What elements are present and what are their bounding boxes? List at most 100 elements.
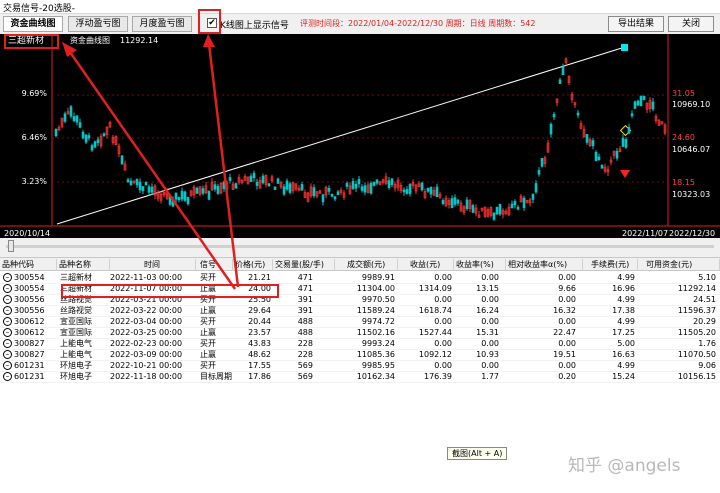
right-axis-price: 18.15: [672, 178, 695, 187]
candle-body: [372, 182, 376, 186]
col-header-price[interactable]: 价格(元): [233, 259, 273, 271]
show-signals-label: K线图上显示信号: [220, 21, 289, 31]
right-axis-equity: 10969.10: [672, 100, 710, 109]
cell-return: 1.77: [481, 372, 499, 381]
cell-volume: 569: [297, 372, 313, 381]
date-left: 2020/10/14: [4, 229, 50, 238]
col-header-profit[interactable]: 收益(元): [398, 259, 454, 271]
col-header-amount[interactable]: 成交额(元): [335, 259, 398, 271]
candle-body: [354, 183, 358, 189]
col-header-return[interactable]: 收益率(%): [454, 259, 506, 271]
cell-price: 17.86: [248, 372, 271, 381]
candle-body: [93, 141, 97, 148]
candle-body: [183, 191, 187, 201]
candle-body: [168, 196, 172, 205]
cell-amount: 10162.34: [356, 372, 395, 381]
candle-body: [495, 206, 499, 215]
candle-body: [441, 200, 445, 204]
candle-body: [336, 191, 340, 196]
equity-value: 11292.14: [120, 36, 158, 45]
col-header-signal[interactable]: 信号: [196, 259, 233, 271]
candle-body: [54, 128, 58, 137]
col-header-fee[interactable]: 手续费(元): [583, 259, 638, 271]
candle-body: [363, 185, 367, 193]
equity-label: 资金曲线图: [70, 35, 110, 45]
tab-equity-curve[interactable]: 资金曲线图: [3, 16, 63, 32]
candle-body: [96, 139, 100, 144]
kline-chart[interactable]: 资金曲线图 11292.14 三超新材 9.69% 6.46% 3.23% 31…: [0, 34, 720, 238]
right-axis-equity: 10646.07: [672, 145, 710, 154]
right-axis-price: 31.05: [672, 89, 695, 98]
candle-body: [465, 199, 469, 209]
candle-body: [540, 158, 544, 167]
candle-body: [201, 188, 205, 194]
smiley-icon: ⌣: [3, 295, 12, 304]
tab-floating-pnl[interactable]: 浮动盈亏图: [68, 16, 128, 32]
candle-body: [207, 190, 211, 200]
candle-body: [651, 101, 655, 110]
candle-body: [390, 178, 394, 185]
candle-body: [492, 212, 496, 220]
candle-body: [357, 178, 361, 185]
candle-body: [633, 101, 637, 109]
candle-body: [636, 100, 640, 106]
candle-body: [288, 183, 292, 193]
export-results-button[interactable]: 导出结果: [608, 16, 664, 32]
close-button[interactable]: 关闭: [668, 16, 714, 32]
candle-body: [327, 187, 331, 192]
candle-body: [195, 187, 199, 194]
candle-body: [75, 115, 79, 123]
candle-body: [534, 183, 538, 193]
evaluation-range-info: 评测时间段：2022/01/04-2022/12/30 周期：日线 周期数：54…: [300, 19, 536, 28]
col-header-volume[interactable]: 交易量(股/手): [273, 259, 335, 271]
sell-signal-marker: [620, 170, 630, 178]
candle-body: [129, 180, 133, 186]
candle-body: [594, 151, 598, 161]
candle-body: [102, 133, 106, 137]
slider-thumb[interactable]: [8, 240, 14, 252]
candle-body: [72, 116, 76, 121]
candle-body: [171, 198, 175, 207]
candle-body: [249, 175, 253, 183]
candle-body: [252, 172, 256, 179]
candle-body: [576, 112, 580, 116]
candle-body: [312, 187, 316, 197]
cell-alpha: 0.20: [558, 372, 576, 381]
cell-profit: 176.39: [424, 372, 452, 381]
candle-body: [84, 134, 88, 143]
col-header-cash[interactable]: 可用资金(元): [638, 259, 720, 271]
candle-body: [285, 180, 289, 190]
candle-body: [531, 193, 535, 200]
tab-monthly-pnl[interactable]: 月度盈亏图: [132, 16, 192, 32]
stock-name-highlight-box: [4, 34, 59, 49]
table-row[interactable]: ⌣ 601231 环旭电子 2022-11-18 00:00 目标周期 17.86 569 1…: [0, 371, 720, 383]
candle-body: [630, 113, 634, 117]
candle-body: [558, 79, 562, 84]
candle-body: [522, 197, 526, 208]
smiley-icon: ⌣: [3, 284, 12, 293]
col-header-code[interactable]: 品种代码: [0, 259, 57, 271]
candle-body: [213, 184, 217, 190]
candle-body: [624, 138, 628, 148]
candle-body: [177, 197, 181, 200]
date-mid: 2022/11/07: [622, 229, 668, 238]
col-header-alpha[interactable]: 相对收益率α(%): [506, 259, 583, 271]
candle-body: [216, 185, 220, 195]
smiley-icon: ⌣: [3, 372, 12, 381]
candle-body: [351, 180, 355, 189]
col-header-time[interactable]: 时间: [110, 259, 196, 271]
chart-scroll-slider[interactable]: [0, 238, 720, 258]
candle-body: [126, 179, 130, 183]
candle-body: [222, 181, 226, 189]
candle-body: [330, 193, 334, 197]
watermark: 知乎 @angels: [568, 456, 681, 476]
candle-body: [600, 164, 604, 169]
candle-body: [516, 206, 520, 210]
smiley-icon: ⌣: [3, 328, 12, 337]
candle-body: [513, 201, 517, 206]
candle-body: [387, 180, 391, 188]
equity-curve-line: [56, 46, 626, 225]
candle-body: [120, 155, 124, 165]
col-header-name[interactable]: 品种名称: [57, 259, 110, 271]
cell-cash: 10156.15: [677, 372, 716, 381]
